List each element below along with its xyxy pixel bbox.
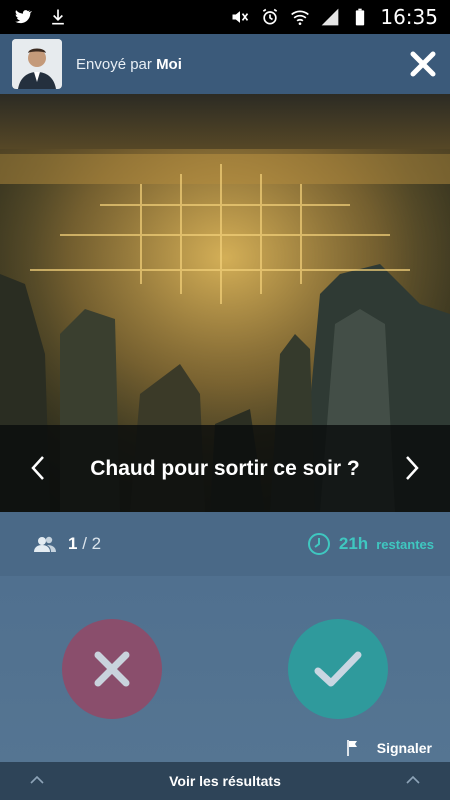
event-photo: Chaud pour sortir ce soir ? [0,94,450,512]
signal-icon [322,8,339,26]
participant-count: 1 / 2 [34,534,101,554]
sender-line: Envoyé par Moi [76,56,182,73]
chevron-left-icon[interactable] [28,453,48,483]
battery-icon [356,8,365,26]
sender-prefix: Envoyé par [76,55,152,73]
decline-button[interactable] [62,619,162,719]
chevron-right-icon[interactable] [402,453,422,483]
info-row: 1 / 2 21h restantes [0,512,450,576]
count-current: 1 [68,534,78,553]
chevron-up-icon [406,775,420,784]
twitter-icon [15,10,32,24]
view-results-label: Voir les résultats [169,773,281,789]
view-results-bar[interactable]: Voir les résultats [0,762,450,800]
flag-icon [346,740,357,756]
count-total: / 2 [82,534,102,553]
caption-bar: Chaud pour sortir ce soir ? [0,425,450,512]
chevron-up-icon [30,775,44,784]
sender-name: Moi [156,55,182,73]
close-icon[interactable] [408,49,438,79]
sender-avatar[interactable] [12,39,62,89]
mute-icon [232,11,249,23]
action-area: Signaler [0,576,450,762]
clock-icon [307,533,330,555]
alarm-icon [263,8,278,25]
accept-button[interactable] [288,619,388,719]
user-avatar-icon [12,39,62,89]
timer-hours: 21h [338,534,369,553]
header: Envoyé par Moi [0,34,450,94]
report-button[interactable]: Signaler [346,740,432,756]
status-bar: 16:35 [0,0,450,34]
time-remaining: 21h restantes [307,532,434,556]
timer-label: restantes [376,536,434,552]
check-icon [314,651,362,687]
people-icon [34,536,56,552]
caption-text: Chaud pour sortir ce soir ? [90,456,360,480]
status-time: 16:35 [380,5,438,29]
download-icon [52,9,64,25]
report-label: Signaler [376,740,432,756]
wifi-icon [291,10,310,25]
x-icon [94,651,130,687]
